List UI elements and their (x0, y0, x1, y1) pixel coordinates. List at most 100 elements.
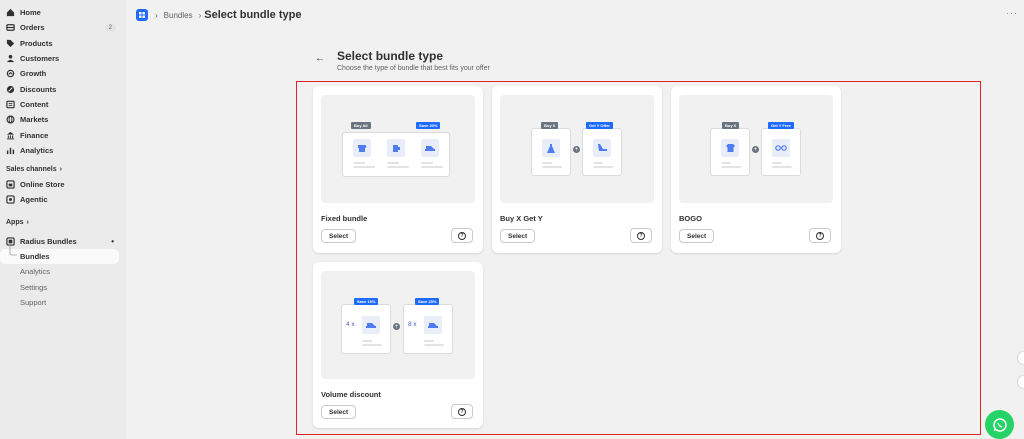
main-content: ← Select bundle type Choose the type of … (126, 30, 1024, 439)
sidebar-item-label: Orders (20, 23, 45, 33)
preview-tag: Get Y Offer (586, 122, 613, 129)
shoe-product-icon (424, 316, 442, 334)
quantity-label: 4 x (346, 321, 355, 328)
breadcrumb-separator-icon: › (155, 10, 158, 20)
preview-text-line (353, 162, 365, 164)
bundle-preview: Buy X Get Y Offer + (500, 95, 654, 203)
preview-text-line (362, 344, 382, 346)
preview-text-line (387, 166, 409, 168)
side-panel-handle[interactable] (1018, 376, 1024, 388)
sidebar-item-label: Discounts (20, 84, 57, 94)
sidebar-item-discounts[interactable]: Discounts (0, 81, 126, 96)
preview-text-line (387, 162, 399, 164)
home-icon (6, 9, 15, 17)
sidebar-item-finance[interactable]: Finance (0, 127, 126, 142)
bundle-card-title: Volume discount (321, 390, 381, 399)
sidebar-item-label: Growth (20, 69, 47, 79)
sidebar-item-content[interactable]: Content (0, 97, 126, 112)
sidebar-item-online-store[interactable]: Online Store (0, 177, 126, 192)
bundle-card-volume-discount[interactable]: Save 15% Save 25% 4 x + 8 x Volume disco… (313, 262, 483, 428)
side-panel-handle[interactable] (1018, 352, 1024, 364)
select-button[interactable]: Select (321, 229, 357, 243)
shoe-product-icon (362, 316, 380, 334)
heel-product-icon (593, 139, 611, 157)
sidebar-item-label: Markets (20, 115, 49, 125)
preview-tag: Save 25% (415, 298, 440, 305)
back-button[interactable]: ← (313, 51, 327, 65)
select-button[interactable]: Select (321, 405, 357, 419)
select-button[interactable]: Select (679, 229, 715, 243)
sidebar-item-products[interactable]: Products (0, 36, 126, 51)
preview-tag: Buy X (541, 122, 559, 129)
top-bar: › Bundles › Select bundle type ··· (126, 0, 1024, 30)
sidebar-item-growth[interactable]: Growth (0, 66, 126, 81)
page-subtitle: Choose the type of bundle that best fits… (337, 65, 490, 72)
dress-product-icon (542, 139, 560, 157)
sunglasses-product-icon (772, 139, 790, 157)
shoe-product-icon (421, 139, 439, 157)
help-button[interactable]: ? (451, 404, 473, 419)
apps-label: Apps (6, 219, 24, 227)
preview-text-line (424, 344, 444, 346)
content-icon (6, 100, 15, 109)
sidebar-item-label: Agentic (20, 195, 48, 205)
preview-text-line (421, 166, 443, 168)
app-logo-icon[interactable] (136, 9, 148, 21)
growth-icon (6, 70, 15, 78)
whatsapp-icon (992, 417, 1007, 432)
sidebar-item-label: Products (20, 38, 53, 48)
preview-text-line (772, 162, 782, 164)
bundle-card-title: BOGO (679, 214, 702, 223)
help-button[interactable]: ? (451, 228, 473, 243)
preview-tag: Buy X (722, 122, 740, 129)
sidebar-subitem-settings[interactable]: Settings (0, 279, 126, 294)
more-options-icon[interactable]: ··· (1006, 8, 1018, 18)
preview-tag: Get Y Free (768, 122, 794, 129)
sidebar-subitem-analytics[interactable]: Analytics (0, 264, 126, 279)
discount-icon (6, 85, 15, 93)
sidebar-item-radius-bundles[interactable]: Radius Bundles • (0, 234, 126, 249)
page-title: Select bundle type (337, 49, 444, 63)
bank-icon (6, 131, 15, 139)
sidebar-item-agentic[interactable]: Agentic (0, 192, 126, 207)
sidebar-item-home[interactable]: Home (0, 5, 126, 20)
preview-text-line (593, 166, 613, 168)
bundle-card-title: Fixed bundle (321, 214, 368, 223)
bundle-card-buy-x-get-y[interactable]: Buy X Get Y Offer + Buy X Get Y Select ? (492, 86, 662, 253)
bundle-preview: Buy X Get Y Free + (679, 95, 833, 203)
shirt-product-icon (353, 139, 371, 157)
breadcrumb-bundles[interactable]: Bundles (164, 11, 193, 20)
help-button[interactable]: ? (630, 228, 652, 243)
jacket-product-icon (387, 139, 405, 157)
preview-text-line (721, 166, 741, 168)
question-icon: ? (816, 231, 824, 240)
sales-channels-header[interactable]: Sales channels › (0, 163, 126, 177)
sidebar-subitem-bundles[interactable]: Bundles (0, 248, 119, 265)
bundle-card-bogo[interactable]: Buy X Get Y Free + BOGO Select ? (671, 86, 841, 253)
sidebar-subitem-support[interactable]: Support (0, 295, 126, 310)
sales-channels-label: Sales channels (6, 166, 57, 174)
sidebar-item-analytics[interactable]: Analytics (0, 143, 126, 158)
preview-text-line (721, 162, 731, 164)
preview-text-line (353, 166, 375, 168)
tag-icon (6, 39, 15, 47)
apps-header[interactable]: Apps › (0, 216, 126, 230)
sidebar-item-label: Customers (20, 54, 60, 64)
select-button[interactable]: Select (500, 229, 536, 243)
preview-text-line (542, 162, 552, 164)
tree-connector-icon (9, 244, 17, 256)
globe-icon (6, 115, 15, 124)
preview-tag: Save 15% (354, 298, 379, 305)
sidebar-item-orders[interactable]: Orders 2 (0, 20, 126, 35)
question-icon: ? (637, 231, 645, 240)
plus-icon: + (573, 146, 580, 153)
preview-text-line (593, 162, 603, 164)
pin-dot-icon[interactable]: • (111, 237, 114, 246)
chevron-right-icon: › (59, 166, 62, 174)
whatsapp-chat-button[interactable] (985, 410, 1014, 439)
bundle-card-fixed[interactable]: Buy All Save 20% Fixed bundle Select ? (313, 86, 483, 253)
help-button[interactable]: ? (809, 228, 831, 243)
person-icon (6, 54, 15, 63)
sidebar-item-markets[interactable]: Markets (0, 112, 126, 127)
sidebar-item-customers[interactable]: Customers (0, 51, 126, 66)
